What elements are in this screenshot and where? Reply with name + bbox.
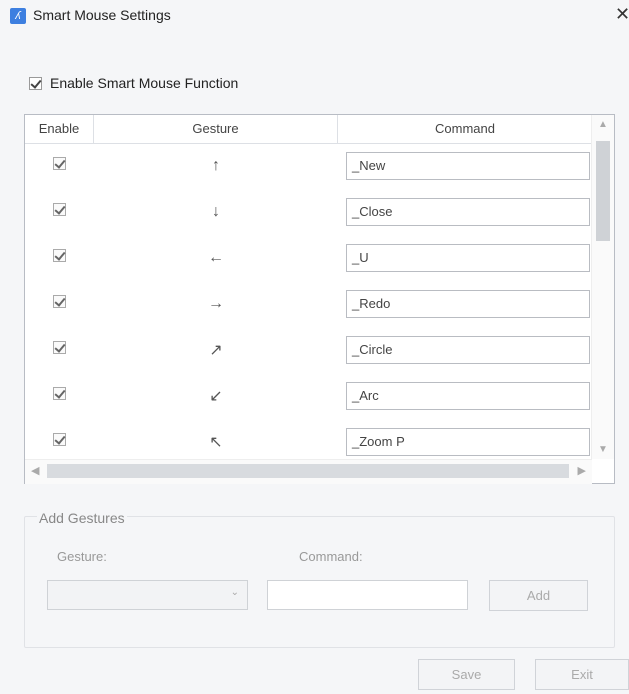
table-row: ↑ _New xyxy=(25,143,592,189)
command-label: Command: xyxy=(299,549,363,564)
gesture-arrow-icon: ↗ xyxy=(209,342,223,359)
header-enable[interactable]: Enable xyxy=(25,115,94,143)
gesture-select[interactable]: ⌄ xyxy=(47,580,248,610)
add-button[interactable]: Add xyxy=(489,580,588,611)
row-enable-checkbox[interactable] xyxy=(53,249,66,262)
window-title: Smart Mouse Settings xyxy=(33,7,171,23)
vertical-scrollbar[interactable]: ▲ ▼ xyxy=(591,115,614,459)
horizontal-scroll-thumb[interactable] xyxy=(47,464,569,478)
gesture-arrow-icon: ← xyxy=(208,249,224,266)
add-gestures-title: Add Gestures xyxy=(37,510,127,526)
table-row: → _Redo xyxy=(25,281,592,327)
gesture-arrow-icon: ↖ xyxy=(209,434,223,451)
command-field[interactable]: _Zoom P xyxy=(346,428,590,456)
table-row: ↓ _Close xyxy=(25,189,592,235)
save-button[interactable]: Save xyxy=(418,659,515,690)
command-field[interactable]: _New xyxy=(346,152,590,180)
gesture-grid: Enable Gesture Command ↑ _New ↓ _Close ←… xyxy=(24,114,615,484)
row-enable-checkbox[interactable] xyxy=(53,203,66,216)
row-enable-checkbox[interactable] xyxy=(53,387,66,400)
row-enable-checkbox[interactable] xyxy=(53,433,66,446)
gesture-arrow-icon: ↓ xyxy=(212,203,220,220)
exit-button[interactable]: Exit xyxy=(535,659,629,690)
command-field[interactable]: _Circle xyxy=(346,336,590,364)
table-row: ↗ _Circle xyxy=(25,327,592,373)
chevron-down-icon: ⌄ xyxy=(230,587,239,598)
enable-smart-mouse-checkbox[interactable] xyxy=(29,76,42,90)
vertical-scroll-thumb[interactable] xyxy=(596,141,610,241)
scroll-right-icon[interactable]: ▶ xyxy=(578,464,586,477)
table-row: ↙ _Arc xyxy=(25,373,592,419)
command-field[interactable]: _Arc xyxy=(346,382,590,410)
app-icon: ʎ xyxy=(10,8,26,24)
horizontal-scrollbar[interactable]: ◀ ▶ xyxy=(25,459,592,484)
scroll-up-icon[interactable]: ▲ xyxy=(592,119,614,130)
row-enable-checkbox[interactable] xyxy=(53,341,66,354)
row-enable-checkbox[interactable] xyxy=(53,157,66,170)
table-row: ← _U xyxy=(25,235,592,281)
gesture-arrow-icon: ↙ xyxy=(209,388,223,405)
scroll-left-icon[interactable]: ◀ xyxy=(31,464,39,477)
grid-header: Enable Gesture Command xyxy=(25,115,592,144)
command-field[interactable]: _Redo xyxy=(346,290,590,318)
scroll-down-icon[interactable]: ▼ xyxy=(592,444,614,455)
table-row: ↖ _Zoom P xyxy=(25,419,592,459)
gesture-arrow-icon: ↑ xyxy=(212,157,220,174)
gesture-label: Gesture: xyxy=(57,549,107,564)
title-bar: ʎ Smart Mouse Settings ✕ xyxy=(0,0,629,32)
row-enable-checkbox[interactable] xyxy=(53,295,66,308)
grid-rows: ↑ _New ↓ _Close ← _U → _Redo ↗ _Circle ↙… xyxy=(25,143,592,459)
enable-smart-mouse-row[interactable]: Enable Smart Mouse Function xyxy=(29,75,238,91)
enable-smart-mouse-label: Enable Smart Mouse Function xyxy=(50,75,239,91)
close-icon[interactable]: ✕ xyxy=(615,4,629,24)
header-command[interactable]: Command xyxy=(338,115,592,143)
command-field[interactable]: _U xyxy=(346,244,590,272)
new-command-input[interactable] xyxy=(267,580,468,610)
gesture-arrow-icon: → xyxy=(208,295,224,312)
header-gesture[interactable]: Gesture xyxy=(94,115,338,143)
command-field[interactable]: _Close xyxy=(346,198,590,226)
